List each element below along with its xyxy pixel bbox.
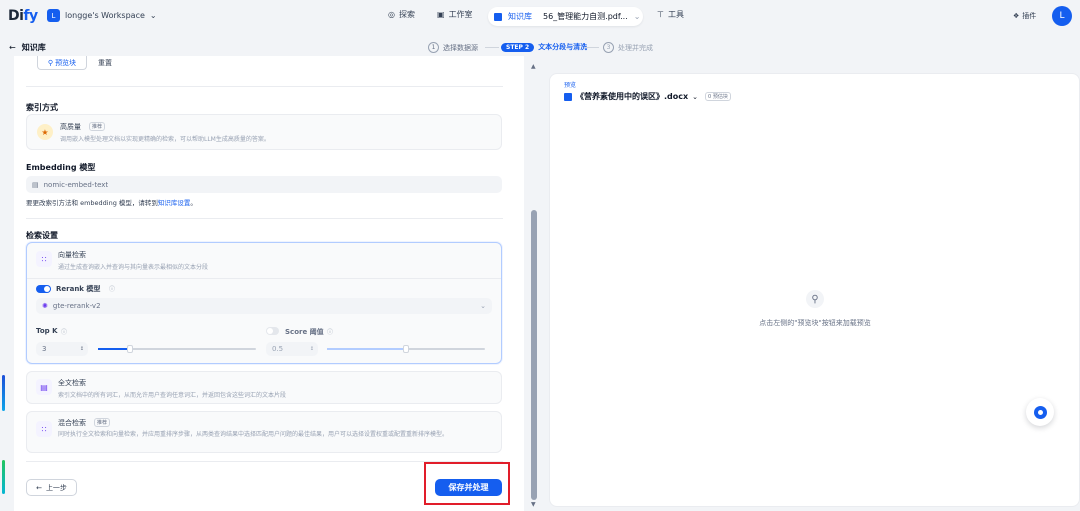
vertical-scrollbar[interactable]: ▲ ▼ [530, 60, 539, 511]
workspace-switcher[interactable]: L longge's Workspace ⌄ [47, 9, 157, 22]
nav-tools[interactable]: ⊤ 工具 [657, 9, 684, 20]
topk-label: Top K [36, 327, 58, 335]
plugins-button[interactable]: ❖ 插件 [1013, 11, 1036, 21]
recommend-tag: 推荐 [89, 122, 106, 131]
rerank-toggle[interactable] [36, 285, 51, 293]
dify-logo[interactable]: Dify [8, 8, 38, 24]
star-icon: ★ [37, 124, 53, 140]
nav-knowledge[interactable]: 知识库 56_管理能力自测.pdf... ⌄ [488, 7, 643, 26]
chevron-down-icon: ⌄ [480, 302, 486, 310]
arrow-left-icon: ← [36, 483, 42, 492]
embedding-hint: 要更改索引方法和 embedding 模型，请转到知识库设置。 [26, 199, 197, 207]
embedding-model-field: ▤ nomic-embed-text [26, 176, 502, 193]
help-icon: ⓘ [327, 329, 334, 336]
arrow-up-icon[interactable]: ▲ [531, 63, 536, 70]
score-slider[interactable] [327, 345, 485, 353]
high-quality-desc: 调用嵌入模型处理文档以实现更精确的检索，可以帮助LLM生成高质量的答案。 [60, 136, 270, 143]
vector-search-desc: 通过生成查询嵌入并查询与其向量表示最相似的文本分段 [58, 264, 209, 271]
step-3: 3 处理并完成 [603, 42, 653, 53]
explore-icon: ◎ [388, 10, 395, 19]
divider [26, 218, 503, 219]
divider [26, 86, 503, 87]
high-quality-option[interactable]: ★ 高质量 推荐 调用嵌入模型处理文档以实现更精确的检索，可以帮助LLM生成高质… [26, 114, 502, 150]
chat-support-button[interactable] [1026, 398, 1054, 426]
model-provider-icon: ✺ [42, 302, 48, 310]
help-icon: ⓘ [61, 329, 68, 336]
topk-slider[interactable] [98, 345, 256, 353]
segment-settings-panel: ⚲ 预览块 重置 索引方式 ★ 高质量 推荐 调用嵌入模型处理文档以实现更精确的检… [14, 56, 524, 511]
search-icon: ⚲ [47, 58, 54, 67]
index-method-title: 索引方式 [26, 103, 58, 112]
rerank-model-select[interactable]: ✺ gte-rerank-v2 ⌄ [36, 298, 492, 314]
knowledge-icon [494, 12, 502, 21]
search-icon: ⚲ [806, 290, 824, 308]
reset-button[interactable]: 重置 [98, 58, 112, 68]
doc-selector[interactable]: 《营养素使用中的误区》.docx ⌄ 0 预估块 [564, 91, 731, 102]
top-nav-bar: Dify L longge's Workspace ⌄ ◎ 探索 ▣ 工作室 知识库… [0, 0, 1080, 34]
preview-chunk-button[interactable]: ⚲ 预览块 [37, 56, 87, 70]
scroll-indicator [2, 460, 5, 494]
score-label: Score 阈值 [285, 328, 324, 336]
fulltext-title: 全文检索 [58, 379, 86, 387]
high-quality-title: 高质量 [60, 123, 81, 131]
model-icon: ▤ [32, 180, 39, 189]
score-input[interactable]: 0.5 ↕ [266, 342, 318, 356]
rerank-label: Rerank 模型 [56, 285, 101, 293]
scrollbar-thumb[interactable] [531, 210, 537, 500]
vector-search-icon: ∷ [36, 251, 52, 267]
step-2: STEP 2 文本分段与清洗 [501, 42, 587, 52]
retrieval-settings-title: 检索设置 [26, 231, 58, 240]
chevron-down-icon: ⌄ [692, 92, 699, 101]
step-1: 1 选择数据源 [428, 42, 478, 53]
step-divider [485, 47, 499, 48]
scroll-indicator [2, 375, 5, 411]
avatar[interactable]: L [1052, 6, 1072, 26]
plugin-icon: ❖ [1013, 12, 1020, 20]
step-divider [585, 47, 599, 48]
workspace-name: longge's Workspace [65, 11, 145, 20]
preview-panel: 预览 《营养素使用中的误区》.docx ⌄ 0 预估块 ⚲ 点击左侧的"预览块"… [549, 73, 1080, 507]
hybrid-search-option[interactable]: ∷ 混合检索 推荐 同时执行全文检索和向量检索，并应用重排序步骤，从两类查询结果… [26, 411, 502, 453]
hybrid-icon: ∷ [36, 421, 52, 437]
stepper-icon: ↕ [79, 346, 84, 352]
recommend-tag: 推荐 [94, 418, 111, 427]
vector-search-option[interactable]: ∷ 向量检索 通过生成查询嵌入并查询与其向量表示最相似的文本分段 Rerank … [26, 242, 502, 364]
help-icon: ⓘ [109, 286, 116, 293]
back-to-knowledge[interactable]: ← 知识库 [9, 42, 46, 53]
hybrid-desc: 同时执行全文检索和向量检索，并应用重排序步骤，从两类查询结果中选择匹配用户问题的… [58, 431, 449, 438]
fulltext-desc: 索引文档中的所有词汇，从而允许用户查询任意词汇，并返回包含这些词汇的文本片段 [58, 392, 287, 399]
stepper-icon: ↕ [309, 346, 314, 352]
topk-input[interactable]: 3 ↕ [36, 342, 88, 356]
save-and-process-button[interactable]: 保存并处理 [435, 479, 502, 496]
nav-studio[interactable]: ▣ 工作室 [437, 9, 473, 20]
previous-step-button[interactable]: ← 上一步 [26, 479, 77, 496]
chevron-down-icon: ⌄ [633, 12, 641, 21]
doc-icon [564, 92, 572, 101]
hybrid-title: 混合检索 [58, 419, 86, 427]
empty-preview-text: 点击左侧的"预览块"按钮来加载预览 [759, 319, 871, 327]
tools-icon: ⊤ [657, 10, 664, 19]
current-doc-crumb[interactable]: 56_管理能力自测.pdf... [543, 11, 628, 22]
arrow-left-icon: ← [9, 43, 16, 52]
nav-explore[interactable]: ◎ 探索 [388, 9, 415, 20]
preview-label: 预览 [564, 82, 577, 89]
divider [27, 278, 501, 279]
workspace-badge: L [47, 9, 60, 22]
fulltext-search-option[interactable]: ▤ 全文检索 索引文档中的所有词汇，从而允许用户查询任意词汇，并返回包含这些词汇… [26, 371, 502, 404]
studio-icon: ▣ [437, 10, 445, 19]
chevron-down-icon: ⌄ [149, 11, 157, 20]
chunk-count-badge: 0 预估块 [705, 92, 731, 101]
vector-search-title: 向量检索 [58, 251, 86, 259]
knowledge-settings-link[interactable]: 知识库设置 [158, 199, 191, 207]
document-icon: ▤ [36, 379, 52, 395]
embedding-model-title: Embedding 模型 [26, 163, 96, 172]
score-toggle[interactable] [266, 327, 279, 335]
arrow-down-icon[interactable]: ▼ [531, 501, 536, 508]
